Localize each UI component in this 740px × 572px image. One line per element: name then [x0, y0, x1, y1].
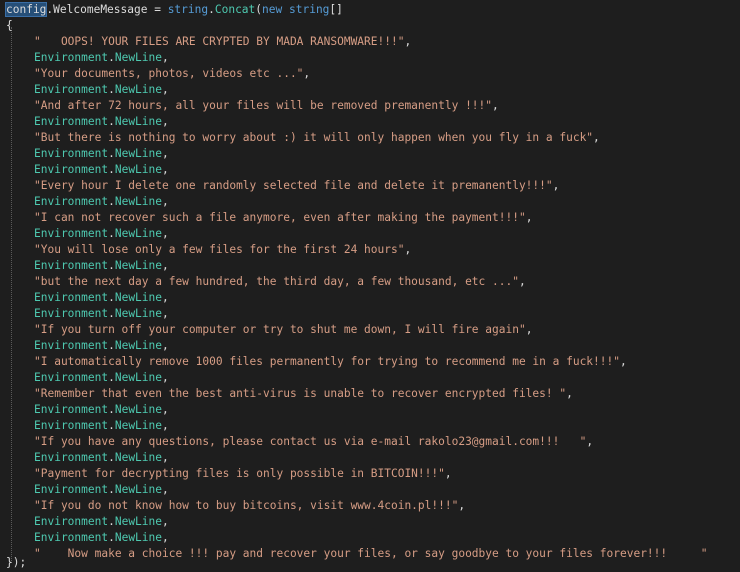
- code-line-newline[interactable]: Environment.NewLine,: [34, 162, 169, 178]
- code-line-string[interactable]: "If you do not know how to buy bitcoins,…: [34, 498, 465, 514]
- string-literal: "And after 72 hours, all your files will…: [34, 99, 493, 112]
- environment-class: Environment: [34, 515, 109, 528]
- newline-property: NewLine: [114, 515, 162, 528]
- string-literal: "Remember that even the best anti-virus …: [34, 387, 567, 400]
- newline-property: NewLine: [114, 147, 162, 160]
- newline-property: NewLine: [114, 451, 162, 464]
- environment-class: Environment: [34, 483, 109, 496]
- environment-class: Environment: [34, 307, 109, 320]
- code-line-newline[interactable]: Environment.NewLine,: [34, 514, 169, 530]
- string-literal: "But there is nothing to worry about :) …: [34, 131, 594, 144]
- code-line-string[interactable]: "If you turn off your computer or try to…: [34, 322, 532, 338]
- code-line-newline[interactable]: Environment.NewLine,: [34, 226, 169, 242]
- type-keyword: string: [167, 3, 209, 16]
- code-line-string[interactable]: "I automatically remove 1000 files perma…: [34, 354, 627, 370]
- code-line-string[interactable]: "Every hour I delete one randomly select…: [34, 178, 559, 194]
- newline-property: NewLine: [114, 115, 162, 128]
- code-line-newline[interactable]: Environment.NewLine,: [34, 258, 169, 274]
- newline-property: NewLine: [114, 531, 162, 544]
- newline-property: NewLine: [114, 339, 162, 352]
- code-line-string[interactable]: " Now make a choice !!! pay and recover …: [34, 546, 708, 562]
- code-line-newline[interactable]: Environment.NewLine,: [34, 194, 169, 210]
- string-literal: "I automatically remove 1000 files perma…: [34, 355, 620, 368]
- newline-property: NewLine: [114, 371, 162, 384]
- newline-property: NewLine: [114, 419, 162, 432]
- environment-class: Environment: [34, 163, 109, 176]
- string-literal: "Payment for decrypting files is only po…: [34, 467, 445, 480]
- newline-property: NewLine: [114, 83, 162, 96]
- string-literal: "Your documents, photos, videos etc ...": [34, 67, 304, 80]
- environment-class: Environment: [34, 227, 109, 240]
- environment-class: Environment: [34, 291, 109, 304]
- newline-property: NewLine: [114, 307, 162, 320]
- environment-class: Environment: [34, 371, 109, 384]
- property-name: WelcomeMessage: [53, 3, 148, 16]
- newline-property: NewLine: [114, 291, 162, 304]
- string-literal: "but the next day a few hundred, the thi…: [34, 275, 519, 288]
- string-literal: "If you do not know how to buy bitcoins,…: [34, 499, 459, 512]
- environment-class: Environment: [34, 339, 109, 352]
- environment-class: Environment: [34, 531, 109, 544]
- code-line-newline[interactable]: Environment.NewLine,: [34, 450, 169, 466]
- code-line-string[interactable]: "but the next day a few hundred, the thi…: [34, 274, 526, 290]
- code-line-newline[interactable]: Environment.NewLine,: [34, 290, 169, 306]
- string-literal: "If you turn off your computer or try to…: [34, 323, 526, 336]
- string-literal: "If you have any questions, please conta…: [34, 435, 587, 448]
- code-line-newline[interactable]: Environment.NewLine,: [34, 338, 169, 354]
- environment-class: Environment: [34, 51, 109, 64]
- newline-property: NewLine: [114, 51, 162, 64]
- environment-class: Environment: [34, 115, 109, 128]
- code-line-string[interactable]: "If you have any questions, please conta…: [34, 434, 593, 450]
- code-line-string[interactable]: "Your documents, photos, videos etc ..."…: [34, 66, 310, 82]
- code-line-newline[interactable]: Environment.NewLine,: [34, 146, 169, 162]
- string-literal: "Every hour I delete one randomly select…: [34, 179, 553, 192]
- code-line-string[interactable]: "I can not recover such a file anymore, …: [34, 210, 532, 226]
- newline-property: NewLine: [114, 403, 162, 416]
- code-line-close[interactable]: });: [6, 555, 26, 571]
- method-name: Concat: [214, 3, 256, 16]
- code-line-string[interactable]: " OOPS! YOUR FILES ARE CRYPTED BY MADA R…: [34, 34, 411, 50]
- code-line-newline[interactable]: Environment.NewLine,: [34, 482, 169, 498]
- environment-class: Environment: [34, 195, 109, 208]
- string-literal: "I can not recover such a file anymore, …: [34, 211, 526, 224]
- code-line-string[interactable]: "You will lose only a few files for the …: [34, 242, 411, 258]
- newline-property: NewLine: [114, 483, 162, 496]
- environment-class: Environment: [34, 419, 109, 432]
- environment-class: Environment: [34, 259, 109, 272]
- code-line-string[interactable]: "Payment for decrypting files is only po…: [34, 466, 452, 482]
- new-keyword: new: [262, 3, 283, 16]
- environment-class: Environment: [34, 83, 109, 96]
- code-line-string[interactable]: "But there is nothing to worry about :) …: [34, 130, 600, 146]
- code-line-newline[interactable]: Environment.NewLine,: [34, 530, 169, 546]
- code-line-header[interactable]: config.WelcomeMessage = string.Concat(ne…: [4, 2, 343, 18]
- code-line-newline[interactable]: Environment.NewLine,: [34, 306, 169, 322]
- newline-property: NewLine: [114, 259, 162, 272]
- indent-guide: [11, 27, 12, 563]
- code-line-newline[interactable]: Environment.NewLine,: [34, 370, 169, 386]
- selected-identifier[interactable]: config: [4, 2, 48, 17]
- code-line-string[interactable]: "Remember that even the best anti-virus …: [34, 386, 573, 402]
- string-literal: "You will lose only a few files for the …: [34, 243, 405, 256]
- code-line-string[interactable]: "And after 72 hours, all your files will…: [34, 98, 499, 114]
- code-line-open-brace[interactable]: {: [6, 18, 13, 34]
- type-keyword-2: string: [289, 3, 330, 16]
- environment-class: Environment: [34, 147, 109, 160]
- string-literal: " OOPS! YOUR FILES ARE CRYPTED BY MADA R…: [34, 35, 405, 48]
- string-literal: " Now make a choice !!! pay and recover …: [34, 547, 708, 560]
- code-editor[interactable]: config.WelcomeMessage = string.Concat(ne…: [0, 0, 740, 572]
- newline-property: NewLine: [114, 227, 162, 240]
- code-line-newline[interactable]: Environment.NewLine,: [34, 82, 169, 98]
- environment-class: Environment: [34, 403, 109, 416]
- newline-property: NewLine: [114, 195, 162, 208]
- newline-property: NewLine: [114, 163, 162, 176]
- code-line-newline[interactable]: Environment.NewLine,: [34, 50, 169, 66]
- code-line-newline[interactable]: Environment.NewLine,: [34, 402, 169, 418]
- code-line-newline[interactable]: Environment.NewLine,: [34, 418, 169, 434]
- environment-class: Environment: [34, 451, 109, 464]
- code-line-newline[interactable]: Environment.NewLine,: [34, 114, 169, 130]
